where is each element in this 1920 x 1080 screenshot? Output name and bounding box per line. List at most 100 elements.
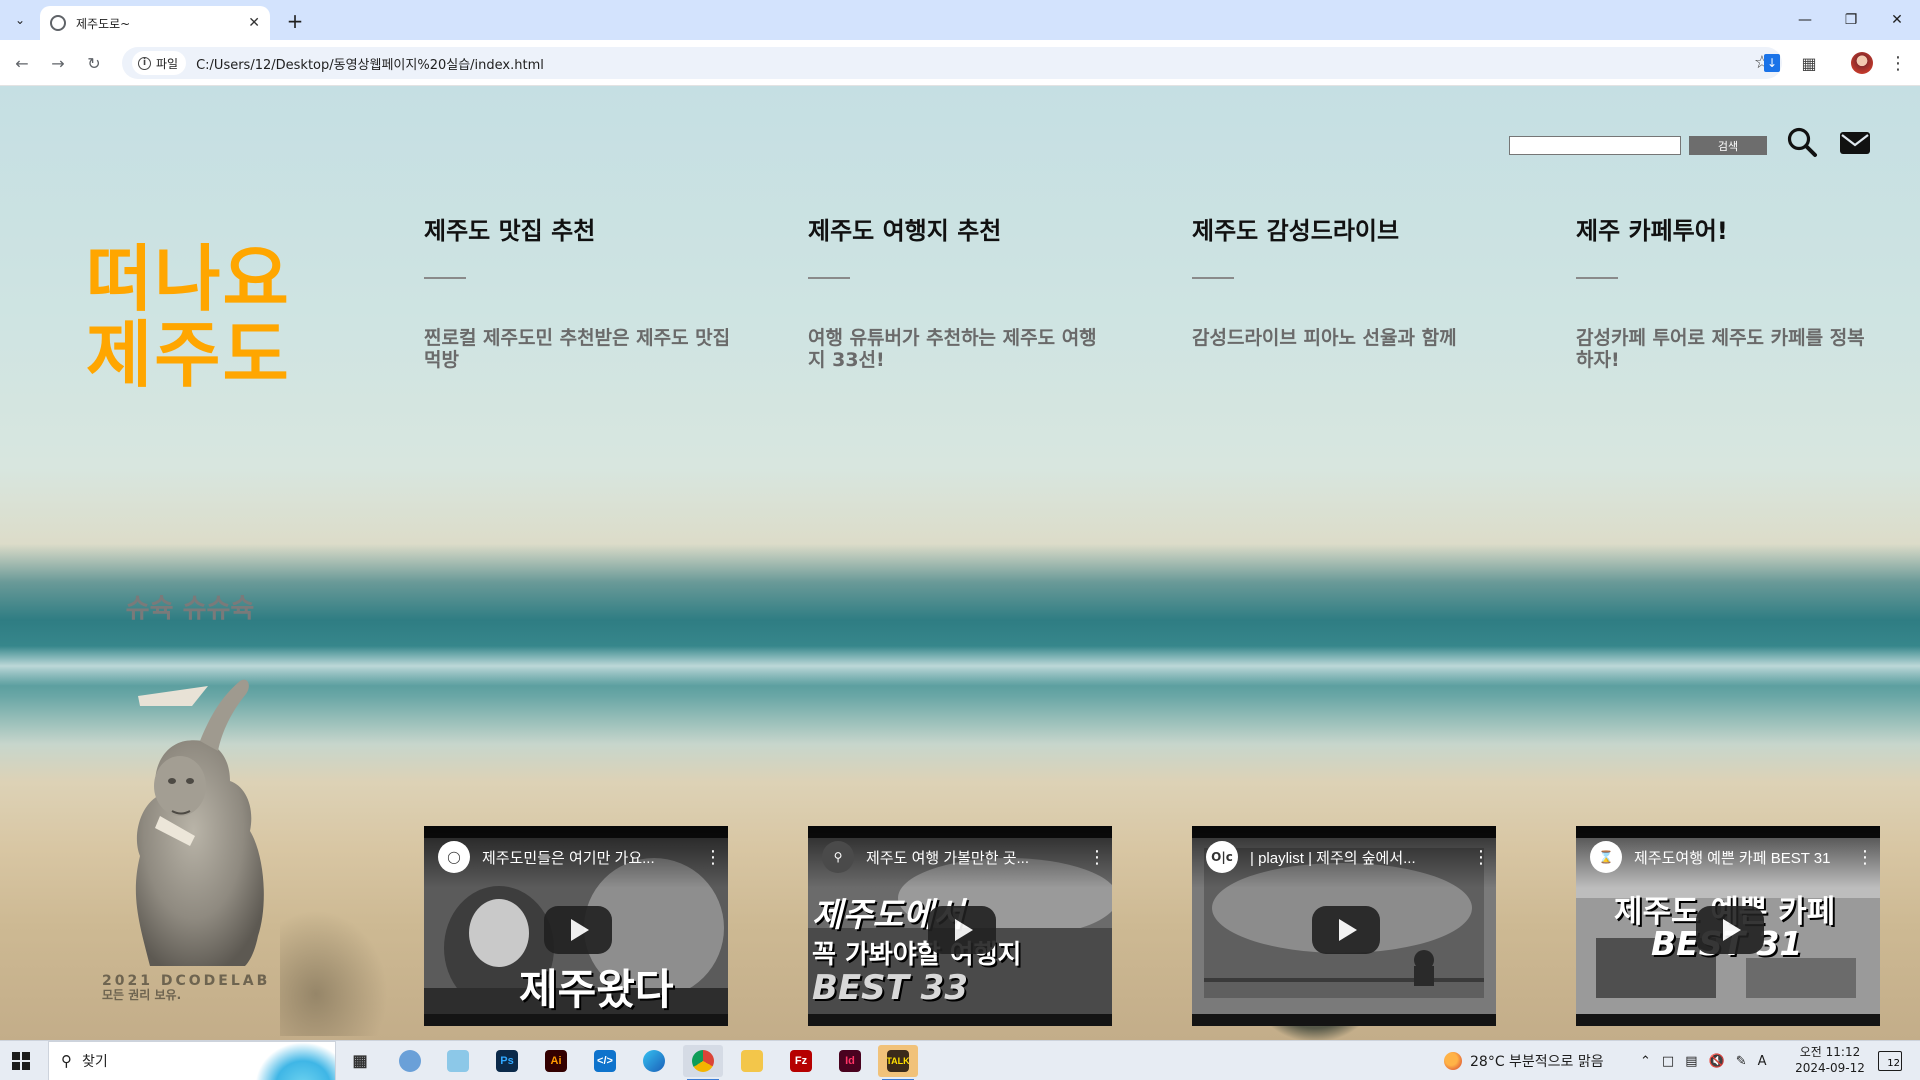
play-button-icon[interactable] <box>544 906 612 954</box>
column-divider <box>1576 277 1618 279</box>
indesign-icon[interactable]: Id <box>830 1045 870 1077</box>
play-button-icon[interactable] <box>928 906 996 954</box>
extensions-puzzle-icon[interactable]: ▦ <box>1797 51 1821 75</box>
taskbar-search-box[interactable]: ⚲ 찾기 <box>48 1041 336 1080</box>
address-bar[interactable]: i 파일 C:/Users/12/Desktop/동영상웹페이지%20실습/in… <box>122 47 1782 79</box>
tab-search-chevron-icon[interactable]: ⌄ <box>8 8 32 32</box>
column-description: 감성카페 투어로 제주도 카페를 정복하자! <box>1576 327 1865 371</box>
edge-icon[interactable] <box>634 1045 674 1077</box>
browser-tabbar: ⌄ 제주도로~ ✕ + — ❐ ✕ <box>0 0 1920 40</box>
file-explorer-icon[interactable] <box>732 1045 772 1077</box>
column-divider <box>1192 277 1234 279</box>
channel-avatar-icon[interactable]: ◯ <box>438 841 470 873</box>
search-highlight-image <box>255 1042 335 1080</box>
video-title[interactable]: 제주도민들은 여기만 가요... <box>482 847 694 868</box>
globe-icon <box>50 15 66 31</box>
video-header: O|c | playlist | 제주의 숲에서... ⋮ <box>1192 826 1496 888</box>
video-menu-dots-icon[interactable]: ⋮ <box>1856 847 1874 868</box>
site-info-chip[interactable]: i 파일 <box>132 51 187 75</box>
video-title[interactable]: 제주도 여행 가볼만한 곳... <box>866 847 1078 868</box>
profile-avatar[interactable] <box>1850 51 1874 75</box>
task-view-icon[interactable]: ▦ <box>340 1045 380 1077</box>
copyright-line-1: 2021 DCODELAB <box>102 973 271 989</box>
kakaotalk-icon[interactable]: TALK <box>878 1045 918 1080</box>
logo-line1: 떠나요 <box>86 237 291 321</box>
video-header: ⌛ 제주도여행 예쁜 카페 BEST 31 ⋮ <box>1576 826 1880 888</box>
network-icon[interactable]: ▤ <box>1685 1054 1697 1069</box>
volume-muted-icon[interactable]: 🔇 <box>1709 1054 1725 1069</box>
system-tray: ⌃ □ ▤ 🔇 ✎ A <box>1640 1041 1767 1080</box>
site-logo[interactable]: 떠나요 제주도 <box>86 241 316 393</box>
video-menu-dots-icon[interactable]: ⋮ <box>1088 847 1106 868</box>
channel-avatar-icon[interactable]: ⌛ <box>1590 841 1622 873</box>
feature-column-3: 제주도 감성드라이브 감성드라이브 피아노 선율과 함께 <box>1192 211 1512 349</box>
thumbnail-caption-line3: BEST 33 <box>812 968 968 1008</box>
search-icon[interactable] <box>1786 126 1818 158</box>
forward-arrow-icon[interactable]: → <box>46 51 70 75</box>
clock-date: 2024-09-12 <box>1795 1061 1865 1075</box>
feature-column-4: 제주 카페투어! 감성카페 투어로 제주도 카페를 정복하자! <box>1576 211 1896 371</box>
play-button-icon[interactable] <box>1696 906 1764 954</box>
weather-widget[interactable]: 28°C 부분적으로 맑음 <box>1444 1041 1604 1080</box>
site-info-label: 파일 <box>156 56 179 71</box>
new-tab-plus-icon[interactable]: + <box>282 8 308 34</box>
windows-start-icon[interactable] <box>12 1052 30 1070</box>
clock-time: 오전 11:12 <box>1799 1045 1861 1059</box>
youtube-embed-1[interactable]: 제주왔다 ◯ 제주도민들은 여기만 가요... ⋮ <box>424 826 728 1026</box>
browser-menu-dots-icon[interactable]: ⋮ <box>1886 51 1910 75</box>
tab-title: 제주도로~ <box>76 16 131 31</box>
tray-chevron-up-icon[interactable]: ⌃ <box>1640 1054 1651 1069</box>
feature-column-2: 제주도 여행지 추천 여행 유튜버가 추천하는 제주도 여행지 33선! <box>808 211 1128 371</box>
photoshop-icon[interactable]: Ps <box>487 1045 527 1077</box>
pen-icon[interactable]: ✎ <box>1736 1054 1747 1069</box>
video-title[interactable]: | playlist | 제주의 숲에서... <box>1250 847 1462 868</box>
logo-line2: 제주도 <box>86 313 291 397</box>
filezilla-icon[interactable]: Fz <box>781 1045 821 1077</box>
column-description: 감성드라이브 피아노 선율과 함께 <box>1192 327 1457 349</box>
clock[interactable]: 오전 11:12 2024-09-12 <box>1790 1044 1870 1076</box>
reload-icon[interactable]: ↻ <box>82 51 106 75</box>
column-title[interactable]: 제주도 여행지 추천 <box>808 211 1128 245</box>
notification-center-icon[interactable]: 12 <box>1878 1051 1902 1071</box>
dol-hareubang-statue-image <box>135 679 264 966</box>
vscode-icon[interactable]: </> <box>585 1045 625 1077</box>
video-menu-dots-icon[interactable]: ⋮ <box>704 847 722 868</box>
video-title[interactable]: 제주도여행 예쁜 카페 BEST 31 <box>1634 847 1846 868</box>
column-title[interactable]: 제주도 맛집 추천 <box>424 211 744 245</box>
browser-tab[interactable]: 제주도로~ ✕ <box>40 6 270 40</box>
youtube-embed-3[interactable]: O|c | playlist | 제주의 숲에서... ⋮ <box>1192 826 1496 1026</box>
sidebar-title: 슈슉 슈슈슉 <box>125 594 255 624</box>
tab-close-icon[interactable]: ✕ <box>248 15 260 31</box>
feature-column-1: 제주도 맛집 추천 찐로컬 제주도민 추천받은 제주도 맛집 먹방 <box>424 211 744 371</box>
channel-avatar-icon[interactable]: O|c <box>1206 841 1238 873</box>
youtube-embed-4[interactable]: 제주도 예쁜 카페 BEST 31 ⌛ 제주도여행 예쁜 카페 BEST 31 … <box>1576 826 1880 1026</box>
chrome-icon[interactable] <box>683 1045 723 1080</box>
mail-icon[interactable] <box>1839 131 1871 155</box>
download-icon[interactable]: ↓ <box>1760 51 1784 75</box>
search-input[interactable] <box>1509 136 1681 155</box>
video-menu-dots-icon[interactable]: ⋮ <box>1472 847 1490 868</box>
url-text[interactable]: C:/Users/12/Desktop/동영상웹페이지%20실습/index.h… <box>196 54 544 73</box>
restore-icon[interactable]: ❐ <box>1828 0 1874 40</box>
minimize-icon[interactable]: — <box>1782 0 1828 40</box>
ime-indicator[interactable]: A <box>1758 1054 1767 1069</box>
window-controls: — ❐ ✕ <box>1782 0 1920 40</box>
column-description: 찐로컬 제주도민 추천받은 제주도 맛집 먹방 <box>424 327 731 371</box>
notepad-icon[interactable] <box>438 1045 478 1077</box>
back-arrow-icon[interactable]: ← <box>10 51 34 75</box>
column-title[interactable]: 제주 카페투어! <box>1576 211 1896 245</box>
meet-icon[interactable]: □ <box>1662 1054 1674 1069</box>
illustrator-icon[interactable]: Ai <box>536 1045 576 1077</box>
windows-taskbar: ⚲ 찾기 ▦ Ps Ai </> Fz Id TALK 28°C 부분적으로 맑… <box>0 1040 1920 1080</box>
close-window-icon[interactable]: ✕ <box>1874 0 1920 40</box>
channel-avatar-icon[interactable]: ⚲ <box>822 841 854 873</box>
search-button[interactable]: 검색 <box>1689 136 1767 155</box>
youtube-embed-2[interactable]: 제주도에서 꼭 가봐야할 여행지 BEST 33 ⚲ 제주도 여행 가볼만한 곳… <box>808 826 1112 1026</box>
video-header: ◯ 제주도민들은 여기만 가요... ⋮ <box>424 826 728 888</box>
app-icon-1[interactable] <box>390 1045 430 1077</box>
video-header: ⚲ 제주도 여행 가볼만한 곳... ⋮ <box>808 826 1112 888</box>
column-title[interactable]: 제주도 감성드라이브 <box>1192 211 1512 245</box>
play-button-icon[interactable] <box>1312 906 1380 954</box>
background-people <box>280 896 400 1036</box>
copyright-line-2: 모든 권리 보유. <box>102 988 182 1002</box>
